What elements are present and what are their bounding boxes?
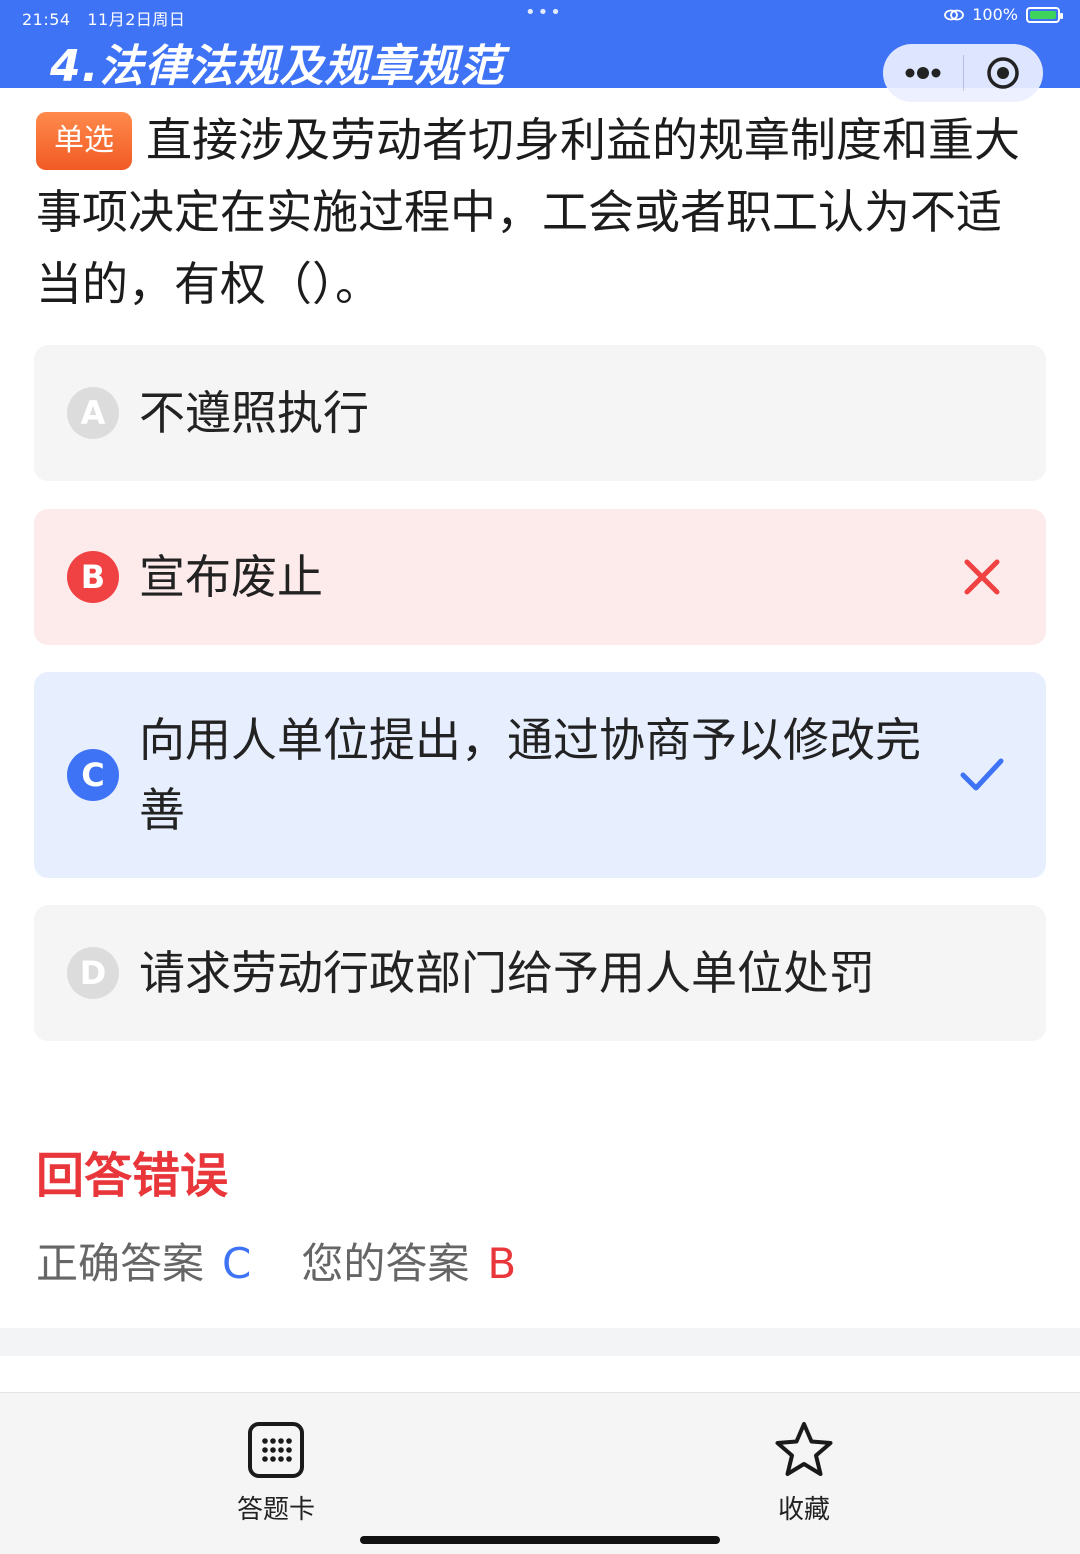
section-separator <box>0 1328 1080 1356</box>
option-letter: D <box>67 947 119 999</box>
option-text: 宣布废止 <box>139 550 323 604</box>
status-clock: 21:54 <box>22 10 71 29</box>
star-icon <box>775 1422 833 1476</box>
target-close-icon <box>987 57 1019 89</box>
grid-icon <box>248 1422 304 1478</box>
answer-card-button[interactable]: 答题卡 <box>206 1421 346 1526</box>
check-mark-icon <box>958 751 1006 799</box>
top-bar: 21:54 11月2日周日 ••• 100% 4.法律法规及规章规范 <box>0 0 1080 102</box>
wrong-mark-icon <box>958 553 1006 601</box>
more-dots-icon <box>905 67 941 79</box>
link-icon <box>944 9 965 20</box>
your-answer-value: B <box>487 1239 517 1288</box>
option-b[interactable]: B 宣布废止 <box>34 509 1046 645</box>
option-letter: A <box>67 387 119 439</box>
option-letter: C <box>67 749 119 801</box>
option-text: 向用人单位提出，通过协商予以修改完善 <box>139 713 921 837</box>
question: 单选 直接涉及劳动者切身利益的规章制度和重大事项决定在实施过程中，工会或者职工认为… <box>36 104 1046 320</box>
mini-program-capsule <box>883 44 1043 102</box>
more-button[interactable] <box>883 44 963 102</box>
option-text: 不遵照执行 <box>139 386 369 440</box>
result-title: 回答错误 <box>36 1148 229 1204</box>
correct-answer-value: C <box>222 1239 252 1288</box>
favorite-label: 收藏 <box>777 1495 830 1525</box>
question-text: 直接涉及劳动者切身利益的规章制度和重大事项决定在实施过程中，工会或者职工认为不适… <box>36 113 1020 311</box>
option-text: 请求劳动行政部门给予用人单位处罚 <box>139 946 875 1000</box>
answer-summary: 正确答案 C 您的答案 B <box>36 1230 516 1291</box>
page-title: 4.法律法规及规章规范 <box>50 41 505 92</box>
status-multitask-dots[interactable]: ••• <box>525 2 563 23</box>
question-type-tag: 单选 <box>36 112 132 170</box>
option-letter: B <box>67 551 119 603</box>
correct-answer-label: 正确答案 <box>36 1239 205 1288</box>
battery-icon <box>1026 6 1063 23</box>
close-mini-program-button[interactable] <box>964 44 1044 102</box>
answer-card-label: 答题卡 <box>236 1495 315 1525</box>
status-right: 100% <box>944 5 1063 24</box>
status-date: 11月2日周日 <box>87 10 186 29</box>
option-d[interactable]: D 请求劳动行政部门给予用人单位处罚 <box>34 905 1046 1041</box>
your-answer-label: 您的答案 <box>301 1239 470 1288</box>
battery-percent: 100% <box>972 5 1018 24</box>
home-indicator[interactable] <box>360 1536 720 1544</box>
status-time: 21:54 11月2日周日 <box>22 6 185 30</box>
option-c[interactable]: C 向用人单位提出，通过协商予以修改完善 <box>34 672 1046 878</box>
favorite-button[interactable]: 收藏 <box>734 1421 874 1526</box>
bottom-bar: 答题卡 收藏 <box>0 1392 1080 1554</box>
option-a[interactable]: A 不遵照执行 <box>34 345 1046 481</box>
